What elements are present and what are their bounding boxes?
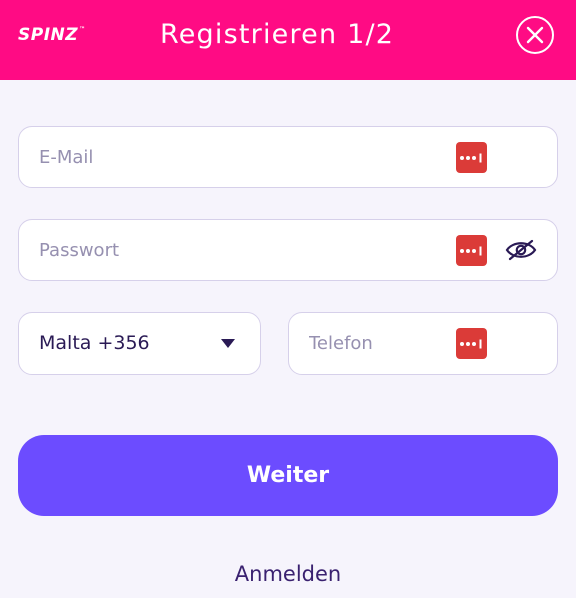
caret-down-icon: [221, 339, 235, 348]
phone-input[interactable]: [309, 313, 449, 374]
page-title: Registrieren 1/2: [160, 19, 395, 50]
phone-field: [288, 312, 558, 375]
password-input[interactable]: [39, 220, 439, 280]
country-code-select[interactable]: Malta +356: [18, 312, 261, 375]
close-icon: [526, 26, 544, 44]
email-field: [18, 126, 558, 188]
password-field: [18, 219, 558, 281]
header: SPINZ ™ Registrieren 1/2: [0, 0, 576, 80]
country-code-value: Malta +356: [39, 332, 150, 354]
close-button[interactable]: [516, 16, 554, 54]
password-manager-icon[interactable]: [456, 328, 487, 359]
logo-text: SPINZ: [18, 25, 79, 45]
weiter-button[interactable]: Weiter: [18, 435, 558, 516]
email-input[interactable]: [39, 127, 439, 187]
password-manager-icon[interactable]: [456, 142, 487, 173]
password-manager-icon[interactable]: [456, 235, 487, 266]
login-link[interactable]: Anmelden: [0, 558, 576, 590]
eye-slash-icon[interactable]: [505, 238, 537, 262]
spinz-logo: SPINZ ™: [18, 22, 86, 48]
logo-trademark: ™: [79, 26, 86, 33]
